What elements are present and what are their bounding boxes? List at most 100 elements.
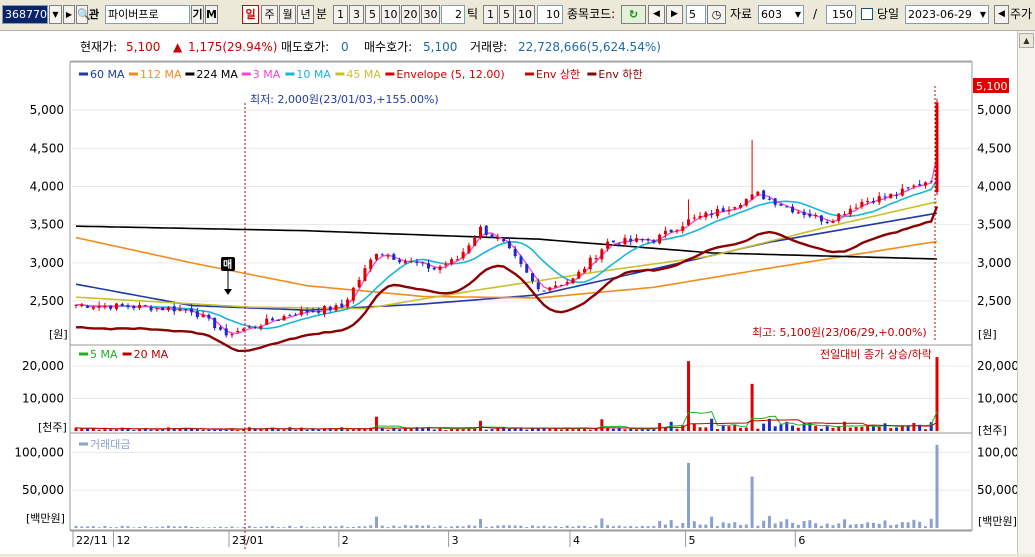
search-icon[interactable]: 🔍 <box>76 5 91 24</box>
volume-bar <box>935 357 939 431</box>
minute-label: 분 <box>316 7 328 21</box>
candle-body <box>779 204 783 206</box>
interval-30-button[interactable]: 30 <box>421 5 440 24</box>
candle-body <box>802 211 806 216</box>
interval-20-button[interactable]: 20 <box>401 5 420 24</box>
amount-bar <box>733 522 737 528</box>
amount-panel[interactable] <box>69 432 973 531</box>
candle-body <box>565 282 569 284</box>
refresh-icon[interactable]: ↻ <box>621 5 646 24</box>
sameday-checkbox[interactable] <box>861 8 873 20</box>
tab-year[interactable]: 년 <box>297 5 314 24</box>
candle-body <box>895 194 899 196</box>
candle-body <box>617 243 621 245</box>
code-dropdown-button[interactable]: ▼ <box>49 5 62 24</box>
volume-legend: 5 MA 20 MA <box>79 348 169 361</box>
candle-body <box>877 196 881 203</box>
amount-bar <box>663 524 667 528</box>
stock-name-field[interactable]: 파이버프로 <box>105 5 190 24</box>
volume-tick-label: 10,000 <box>977 392 1017 406</box>
volume-bar <box>386 429 390 431</box>
amount-bar <box>415 525 419 528</box>
chart-svg[interactable]: 현재가: 5,100 ▲ 1,175(29.94%) 매도호가: 0 매수호가:… <box>0 31 1027 554</box>
candle-body <box>218 327 222 330</box>
amount-bar <box>918 521 922 528</box>
tab-week[interactable]: 주 <box>261 5 278 24</box>
candle-body <box>698 215 702 218</box>
scroll-up-icon[interactable]: ▲ <box>1019 33 1034 48</box>
tick-1-button[interactable]: 1 <box>483 5 498 24</box>
data-count-select[interactable]: 603 ▼ <box>758 5 804 24</box>
candle-body <box>138 304 142 309</box>
amount-bar <box>935 444 939 528</box>
price-tick-label: 5,000 <box>30 103 64 117</box>
price-tick-label: 2,500 <box>30 294 64 308</box>
amount-bar <box>889 525 893 528</box>
candle-body <box>912 185 916 187</box>
legend-label: 거래대금 <box>90 438 130 451</box>
mode-button[interactable]: M <box>205 5 218 24</box>
tick-count-field[interactable]: 2 <box>441 5 465 24</box>
tick-10-button[interactable]: 10 <box>515 5 535 24</box>
interval-1-button[interactable]: 1 <box>333 5 348 24</box>
candle-body <box>646 239 650 241</box>
amount-bar <box>559 526 563 528</box>
amount-bar <box>305 527 309 528</box>
candle-body <box>392 254 396 260</box>
price-panel[interactable] <box>69 61 973 346</box>
price-tick-label: 4,500 <box>30 141 64 155</box>
candle-body <box>340 303 344 308</box>
moving-average-lines <box>75 155 939 353</box>
next-stock-button[interactable]: ▶ <box>63 5 75 24</box>
candle-body <box>548 287 552 291</box>
clock-icon[interactable]: ◷ <box>707 5 726 24</box>
vertical-scrollbar[interactable]: ▲ <box>1017 31 1035 554</box>
volume-bar <box>305 429 309 431</box>
candle-body <box>461 251 465 259</box>
volume-bar <box>617 428 621 431</box>
tab-day[interactable]: 일 <box>242 5 259 24</box>
triangle-right-icon[interactable]: ▶ <box>666 5 683 24</box>
amount-bar <box>363 526 367 528</box>
candle-body <box>91 307 95 309</box>
ask-value: 0 <box>341 40 349 54</box>
candle-body <box>791 206 795 213</box>
volume-bar <box>883 423 887 431</box>
current-price-label: 현재가: <box>80 40 117 54</box>
price-tick-label: 2,500 <box>977 294 1011 308</box>
group-button[interactable]: 기 <box>191 5 204 24</box>
date-picker[interactable]: 2023-06-29 ▼ <box>905 5 989 24</box>
candle-body <box>502 239 506 242</box>
amount-bar <box>328 526 332 528</box>
amount-bar <box>600 518 604 528</box>
amount-bar <box>374 516 378 528</box>
candle-body <box>299 309 303 315</box>
scroll-left-icon[interactable]: ◀ <box>994 5 1009 24</box>
chart-area[interactable]: 현재가: 5,100 ▲ 1,175(29.94%) 매도호가: 0 매수호가:… <box>0 31 1035 554</box>
last-price-tag: 5,100 <box>973 78 1009 93</box>
amount-bar <box>710 516 714 528</box>
tab-month[interactable]: 월 <box>279 5 296 24</box>
amount-bar <box>392 525 396 528</box>
volume-bar <box>715 428 719 431</box>
step-field[interactable]: 5 <box>686 5 706 24</box>
tick-5-button[interactable]: 5 <box>499 5 514 24</box>
count-field[interactable]: 10 <box>537 5 563 24</box>
volume-bar <box>692 423 696 431</box>
buy-signal-marker[interactable]: 매 <box>221 257 235 295</box>
interval-5-button[interactable]: 5 <box>365 5 380 24</box>
candle-body <box>276 319 280 321</box>
favorite-label[interactable]: 관 <box>89 5 103 24</box>
display-count-field[interactable]: 150 <box>826 5 856 24</box>
amount-bar <box>715 526 719 528</box>
volume-bar <box>710 418 714 431</box>
candle-body <box>871 200 875 203</box>
candle-body <box>733 207 737 209</box>
volume-bar <box>317 429 321 431</box>
interval-3-button[interactable]: 3 <box>349 5 364 24</box>
stock-code-input[interactable]: 368770 <box>2 5 48 24</box>
info-bar: 현재가: 5,100 ▲ 1,175(29.94%) 매도호가: 0 매수호가:… <box>80 40 661 54</box>
interval-10-button[interactable]: 10 <box>381 5 400 24</box>
triangle-left-icon[interactable]: ◀ <box>648 5 665 24</box>
arrow-down-icon <box>224 289 232 295</box>
